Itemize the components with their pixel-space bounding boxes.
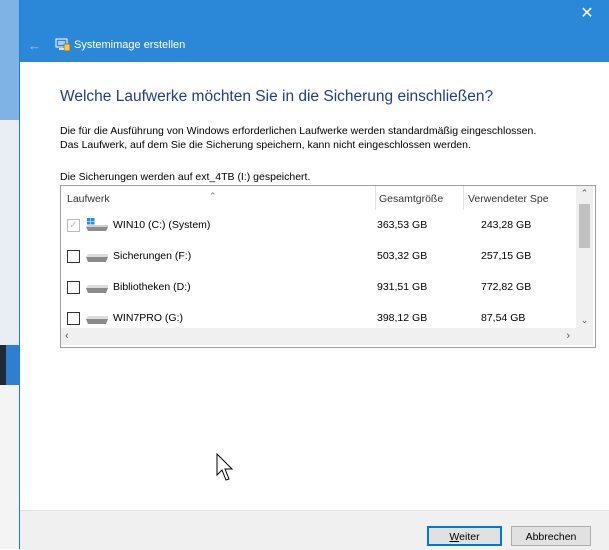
drive-name: WIN7PRO (G:) [113, 312, 183, 324]
vertical-scrollbar[interactable]: ⌃ ⌄ [576, 186, 593, 328]
desktop-window-edge [6, 345, 19, 385]
mouse-cursor-icon [216, 453, 234, 481]
scrollbar-corner [576, 328, 593, 345]
desktop-background [0, 0, 20, 549]
drive-total-size: 363,53 GB [377, 219, 428, 231]
scroll-right-icon[interactable]: › [566, 330, 570, 342]
drive-used-space: 772,82 GB [481, 281, 532, 293]
horizontal-scrollbar[interactable]: ‹ › [61, 328, 576, 345]
windows-drive-icon [86, 218, 108, 231]
drive-name: WIN10 (C:) (System) [113, 219, 211, 231]
title-bar: ✕ ← Systemimage erstellen [20, 0, 609, 62]
drive-total-size: 398,12 GB [377, 312, 428, 324]
backup-location-text: Die Sicherungen werden auf ext_4TB (I:) … [60, 171, 311, 183]
list-header: Laufwerk ⌃ Gesamtgröße Verwendeter Spe [61, 186, 576, 210]
drive-used-space: 257,15 GB [481, 250, 532, 262]
hard-drive-icon [86, 316, 108, 324]
hard-drive-icon [86, 285, 108, 293]
drive-list[interactable]: Laufwerk ⌃ Gesamtgröße Verwendeter Spe ✓… [60, 185, 596, 348]
drive-used-space: 87,54 GB [481, 312, 526, 324]
table-row[interactable]: Bibliotheken (D:) 931,51 GB 772,82 GB [61, 272, 576, 303]
back-arrow-icon: ← [28, 38, 41, 53]
scroll-up-icon[interactable]: ⌃ [576, 188, 593, 199]
drive-checkbox[interactable] [67, 312, 80, 325]
description-line-1: Die für die Ausführung von Windows erfor… [60, 125, 537, 137]
table-row[interactable]: ✓ WIN10 (C:) (System) 363,53 GB 243,28 G… [61, 210, 576, 241]
close-icon: ✕ [580, 5, 594, 22]
hard-drive-icon [86, 254, 108, 262]
page-heading: Welche Laufwerke möchten Sie in die Sich… [60, 88, 494, 105]
drive-name: Sicherungen (F:) [113, 250, 192, 262]
system-image-icon [55, 38, 71, 52]
back-button[interactable]: ← [28, 38, 44, 54]
cancel-button[interactable]: Abbrechen [511, 526, 591, 546]
desktop-blue-area [0, 0, 19, 120]
close-button[interactable]: ✕ [564, 0, 609, 30]
drive-used-space: 243,28 GB [481, 219, 532, 231]
checkbox-disabled-checked: ✓ [67, 219, 80, 232]
scroll-left-icon[interactable]: ‹ [65, 330, 69, 342]
description-line-2: Das Laufwerk, auf dem Sie die Sicherung … [60, 139, 471, 151]
scroll-thumb[interactable] [579, 204, 590, 248]
column-header-drive[interactable]: Laufwerk ⌃ [61, 186, 376, 210]
next-button[interactable]: Weiter [427, 526, 502, 546]
dialog-window: ✕ ← Systemimage erstellen Welche Laufwer… [19, 0, 609, 550]
sort-up-icon: ⌃ [209, 191, 217, 201]
drive-total-size: 503,32 GB [377, 250, 428, 262]
drive-checkbox[interactable] [67, 281, 80, 294]
window-title: Systemimage erstellen [74, 39, 186, 51]
scroll-down-icon[interactable]: ⌄ [576, 315, 593, 326]
drive-total-size: 931,51 GB [377, 281, 428, 293]
column-header-total-size[interactable]: Gesamtgröße [375, 186, 464, 210]
button-bar: Weiter Abbrechen [20, 510, 609, 550]
column-header-used-space[interactable]: Verwendeter Spe [464, 186, 580, 210]
drive-checkbox[interactable] [67, 250, 80, 263]
drive-name: Bibliotheken (D:) [113, 281, 191, 293]
desktop-panel-edge [0, 385, 20, 549]
table-row[interactable]: Sicherungen (F:) 503,32 GB 257,15 GB [61, 241, 576, 272]
